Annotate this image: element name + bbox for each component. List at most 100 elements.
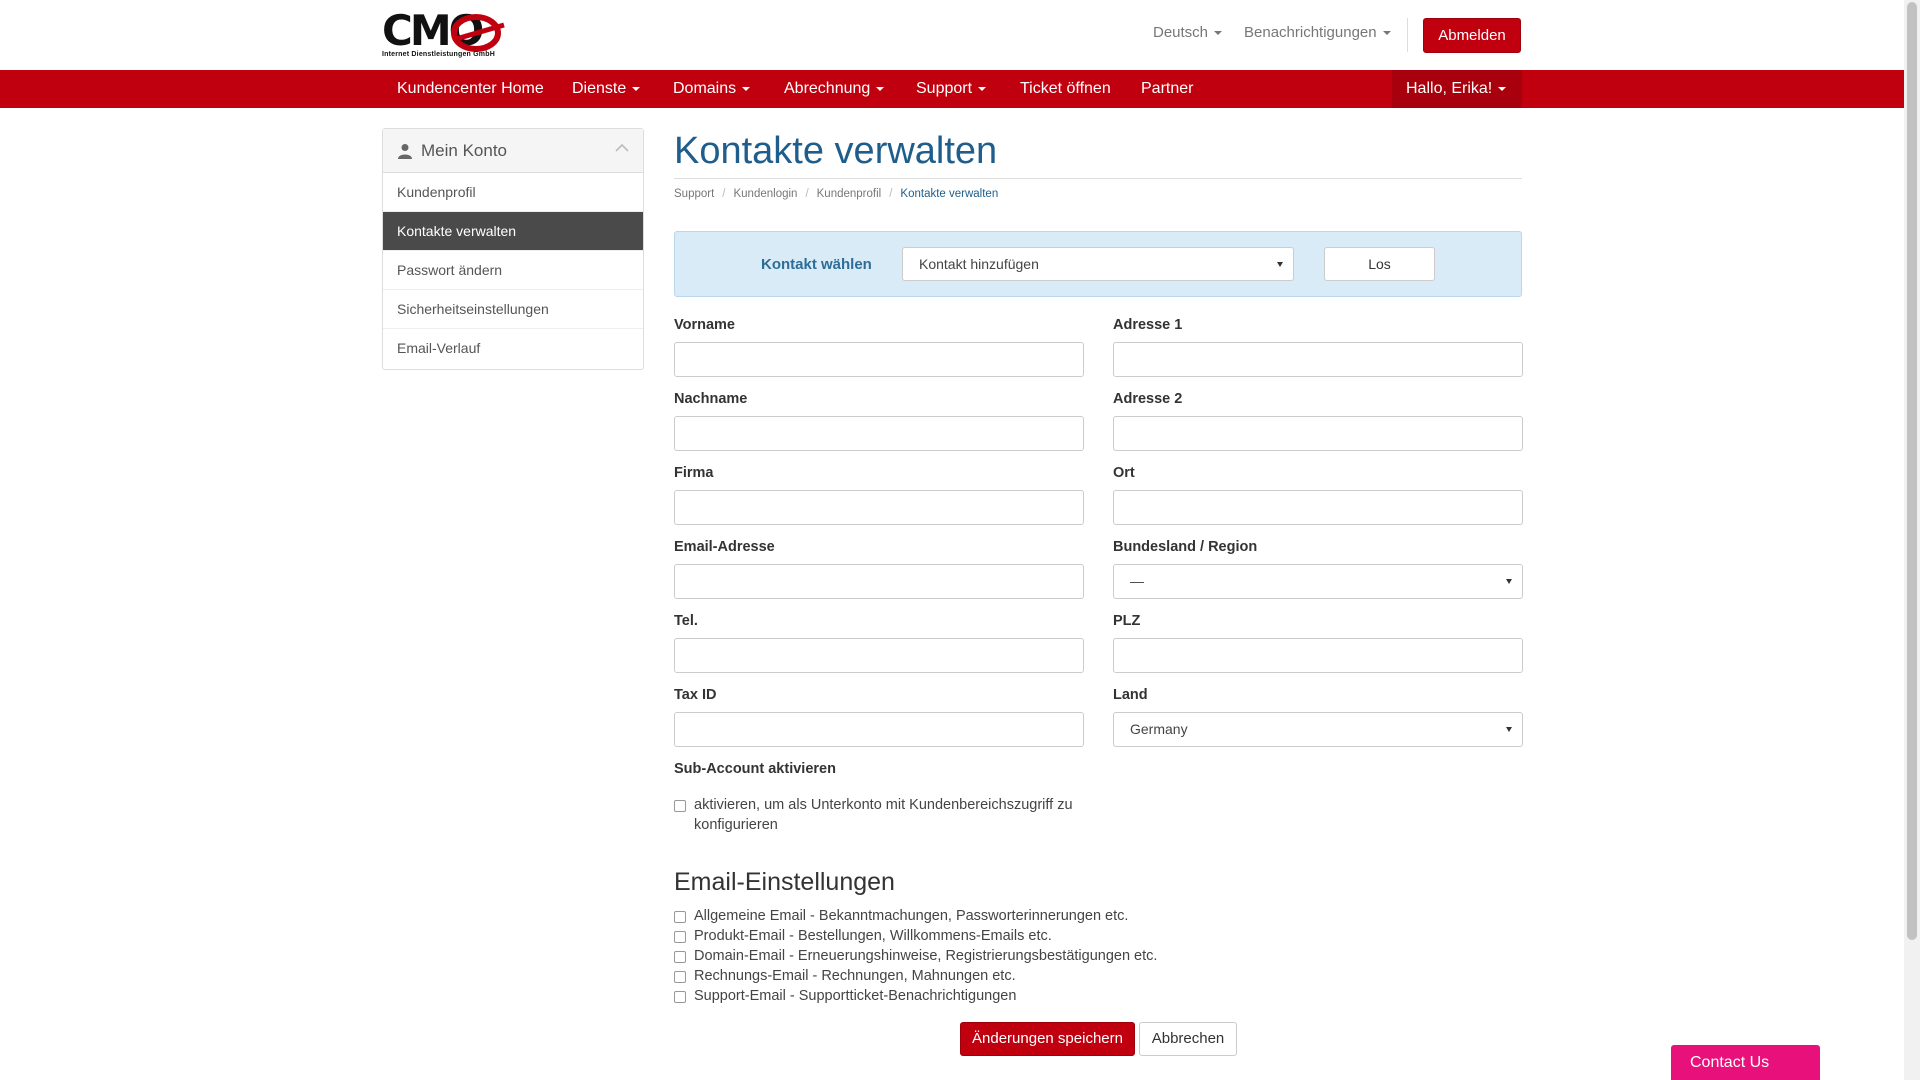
- language-label: Deutsch: [1153, 24, 1209, 41]
- subaccount-label: Sub-Account aktivieren: [674, 761, 836, 777]
- sidebar-item-password[interactable]: Passwort ändern: [383, 251, 643, 290]
- nav-billing-label: Abrechnung: [784, 80, 871, 97]
- city-input[interactable]: [1113, 490, 1523, 525]
- cancel-button[interactable]: Abbrechen: [1139, 1022, 1237, 1056]
- email-input[interactable]: [674, 564, 1084, 599]
- phone-input[interactable]: [674, 638, 1084, 673]
- email-invoice-label: Rechnungs-Email - Rechnungen, Mahnungen …: [694, 968, 1016, 984]
- email-settings-title: Email-Einstellungen: [674, 868, 895, 896]
- nav-domains[interactable]: Domains: [673, 70, 751, 108]
- postcode-label: PLZ: [1113, 613, 1141, 629]
- last-name-input[interactable]: [674, 416, 1084, 451]
- notifications-label: Benachrichtigungen: [1244, 24, 1377, 41]
- last-name-label: Nachname: [674, 391, 748, 407]
- save-changes-button[interactable]: Änderungen speichern: [960, 1022, 1135, 1056]
- contact-select-label: Kontakt wählen: [761, 256, 872, 273]
- caret-down-icon: [1498, 86, 1507, 91]
- sidebar-item-profile[interactable]: Kundenprofil: [383, 173, 643, 212]
- email-domain-checkbox[interactable]: [674, 951, 686, 963]
- nav-open-ticket[interactable]: Ticket öffnen: [1020, 70, 1111, 108]
- go-button[interactable]: Los: [1324, 247, 1435, 281]
- caret-down-icon: [978, 86, 987, 91]
- tax-id-input[interactable]: [674, 712, 1084, 747]
- nav-billing[interactable]: Abrechnung: [784, 70, 885, 108]
- state-value: —: [1130, 573, 1144, 589]
- subaccount-text-line2: konfigurieren: [694, 817, 778, 833]
- country-label: Land: [1113, 687, 1148, 703]
- nav-partner[interactable]: Partner: [1141, 70, 1193, 108]
- subaccount-text: aktivieren, um als Unterkonto mit Kunden…: [694, 795, 1073, 835]
- subaccount-text-line1: aktivieren, um als Unterkonto mit Kunden…: [694, 797, 1073, 813]
- email-product-checkbox[interactable]: [674, 931, 686, 943]
- sidebar-header[interactable]: Mein Konto: [383, 129, 643, 173]
- address2-label: Adresse 2: [1113, 391, 1183, 407]
- nav-home[interactable]: Kundencenter Home: [397, 70, 544, 108]
- contact-select-panel: Kontakt wählen Kontakt hinzufügen Los: [674, 231, 1522, 297]
- caret-down-icon: [1382, 31, 1391, 36]
- contact-select-value: Kontakt hinzufügen: [919, 256, 1039, 272]
- nav-support-label: Support: [916, 80, 973, 97]
- chevron-up-icon[interactable]: [615, 143, 629, 153]
- user-greeting: Hallo, Erika!: [1406, 80, 1493, 97]
- scrollbar-thumb[interactable]: [1907, 2, 1917, 940]
- caret-down-icon: [632, 86, 641, 91]
- first-name-label: Vorname: [674, 317, 735, 333]
- contact-select-dropdown[interactable]: Kontakt hinzufügen: [902, 247, 1294, 281]
- contact-us-widget[interactable]: Contact Us: [1671, 1045, 1820, 1080]
- company-label: Firma: [674, 465, 714, 481]
- breadcrumb: Support / Kundenlogin / Kundenprofil / Kontakt…: [674, 188, 999, 200]
- address2-input[interactable]: [1113, 416, 1523, 451]
- sidebar-item-security[interactable]: Sicherheitseinstellungen: [383, 290, 643, 329]
- language-dropdown[interactable]: Deutsch: [1153, 24, 1223, 41]
- email-general-label: Allgemeine Email - Bekanntmachungen, Pas…: [694, 908, 1129, 924]
- caret-down-icon: [1214, 31, 1223, 36]
- email-label: Email-Adresse: [674, 539, 775, 555]
- breadcrumb-profile[interactable]: Kundenprofil: [817, 188, 882, 200]
- user-icon: [398, 144, 412, 159]
- page-scrollbar[interactable]: [1904, 0, 1920, 1080]
- email-domain-label: Domain-Email - Erneuerungshinweise, Regi…: [694, 948, 1158, 964]
- email-product-label: Produkt-Email - Bestellungen, Willkommen…: [694, 928, 1052, 944]
- logo-swoosh-icon: [451, 14, 505, 52]
- user-menu[interactable]: Hallo, Erika!: [1392, 70, 1522, 108]
- company-input[interactable]: [674, 490, 1084, 525]
- country-select[interactable]: Germany: [1113, 712, 1523, 747]
- caret-down-icon: [876, 86, 885, 91]
- nav-services[interactable]: Dienste: [572, 70, 641, 108]
- email-support-checkbox[interactable]: [674, 991, 686, 1003]
- email-invoice-checkbox[interactable]: [674, 971, 686, 983]
- logo-subtitle: Internet Dienstleistungen GmbH: [382, 51, 495, 58]
- state-select[interactable]: —: [1113, 564, 1523, 599]
- breadcrumb-support[interactable]: Support: [674, 188, 714, 200]
- phone-label: Tel.: [674, 613, 698, 629]
- dropdown-arrow-icon: [1506, 727, 1512, 732]
- email-support-label: Support-Email - Supportticket-Benachrich…: [694, 988, 1017, 1004]
- dropdown-arrow-icon: [1506, 579, 1512, 584]
- state-label: Bundesland / Region: [1113, 539, 1258, 555]
- sidebar-title: Mein Konto: [421, 141, 507, 160]
- caret-down-icon: [742, 86, 751, 91]
- tax-id-label: Tax ID: [674, 687, 717, 703]
- main-navbar: Kundencenter Home Dienste Domains Abrech…: [0, 70, 1904, 108]
- sidebar-item-contacts[interactable]: Kontakte verwalten: [383, 212, 643, 251]
- breadcrumb-current: Kontakte verwalten: [900, 188, 999, 200]
- address1-label: Adresse 1: [1113, 317, 1183, 333]
- subaccount-checkbox[interactable]: [674, 800, 686, 812]
- top-header: CMO Internet Dienstleistungen GmbH Deuts…: [0, 0, 1904, 70]
- postcode-input[interactable]: [1113, 638, 1523, 673]
- breadcrumb-login[interactable]: Kundenlogin: [733, 188, 797, 200]
- account-sidebar: Mein Konto Kundenprofil Kontakte verwalt…: [382, 128, 644, 370]
- notifications-dropdown[interactable]: Benachrichtigungen: [1244, 24, 1391, 41]
- nav-services-label: Dienste: [572, 80, 627, 97]
- country-value: Germany: [1130, 721, 1188, 737]
- dropdown-arrow-icon: [1277, 262, 1283, 267]
- company-logo[interactable]: CMO Internet Dienstleistungen GmbH: [382, 9, 510, 61]
- city-label: Ort: [1113, 465, 1135, 481]
- address1-input[interactable]: [1113, 342, 1523, 377]
- email-general-checkbox[interactable]: [674, 911, 686, 923]
- logout-button[interactable]: Abmelden: [1423, 18, 1521, 53]
- sidebar-item-email-history[interactable]: Email-Verlauf: [383, 329, 643, 368]
- first-name-input[interactable]: [674, 342, 1084, 377]
- page-title: Kontakte verwalten: [674, 130, 998, 172]
- nav-support[interactable]: Support: [916, 70, 987, 108]
